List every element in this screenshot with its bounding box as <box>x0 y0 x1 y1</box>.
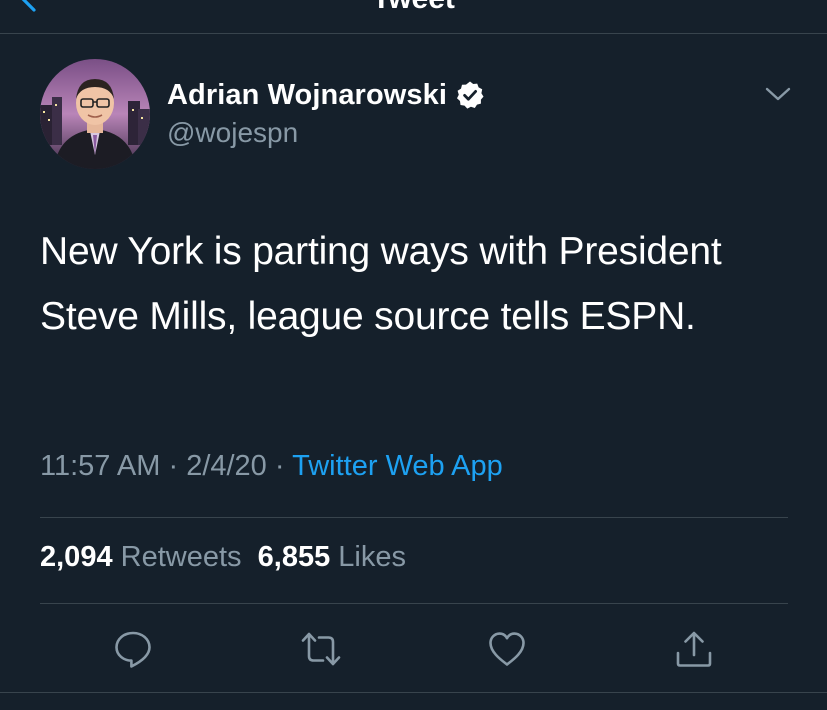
avatar-image <box>40 59 150 169</box>
reply-icon[interactable] <box>112 628 154 670</box>
chevron-down-icon[interactable] <box>764 84 792 104</box>
tweet-stats: 2,094 Retweets 6,855 Likes <box>40 541 406 574</box>
tweet-text: New York is parting ways with President … <box>40 230 722 338</box>
stats-bottom-divider <box>40 603 788 604</box>
meta-separator: · <box>168 450 179 482</box>
tweet-date: 2/4/20 <box>186 450 267 482</box>
likes-count: 6,855 <box>257 541 331 573</box>
retweets-count: 2,094 <box>40 541 113 573</box>
likes-label: Likes <box>338 541 406 573</box>
author-name-row[interactable]: Adrian Wojnarowski <box>167 76 485 114</box>
actions-bottom-divider <box>0 692 827 693</box>
top-bar: Tweet <box>0 0 827 33</box>
tweet-source-link[interactable]: Twitter Web App <box>292 450 503 482</box>
retweets-stat[interactable]: 2,094 Retweets <box>40 541 242 573</box>
share-icon[interactable] <box>673 628 715 670</box>
stats-top-divider <box>40 517 788 518</box>
header-divider <box>0 33 827 34</box>
page-title: Tweet <box>0 0 827 16</box>
like-icon[interactable] <box>486 628 528 670</box>
retweets-label: Retweets <box>120 541 242 573</box>
likes-stat[interactable]: 6,855 Likes <box>258 541 406 573</box>
meta-separator: · <box>274 450 285 482</box>
author-handle[interactable]: @wojespn <box>167 117 298 149</box>
tweet-time: 11:57 AM <box>40 450 161 482</box>
author-display-name[interactable]: Adrian Wojnarowski <box>167 79 447 112</box>
verified-badge-icon <box>457 81 484 109</box>
avatar[interactable] <box>40 59 150 169</box>
retweet-icon[interactable] <box>300 628 342 670</box>
tweet-meta: 11:57 AM · 2/4/20 · Twitter Web App <box>40 450 503 483</box>
